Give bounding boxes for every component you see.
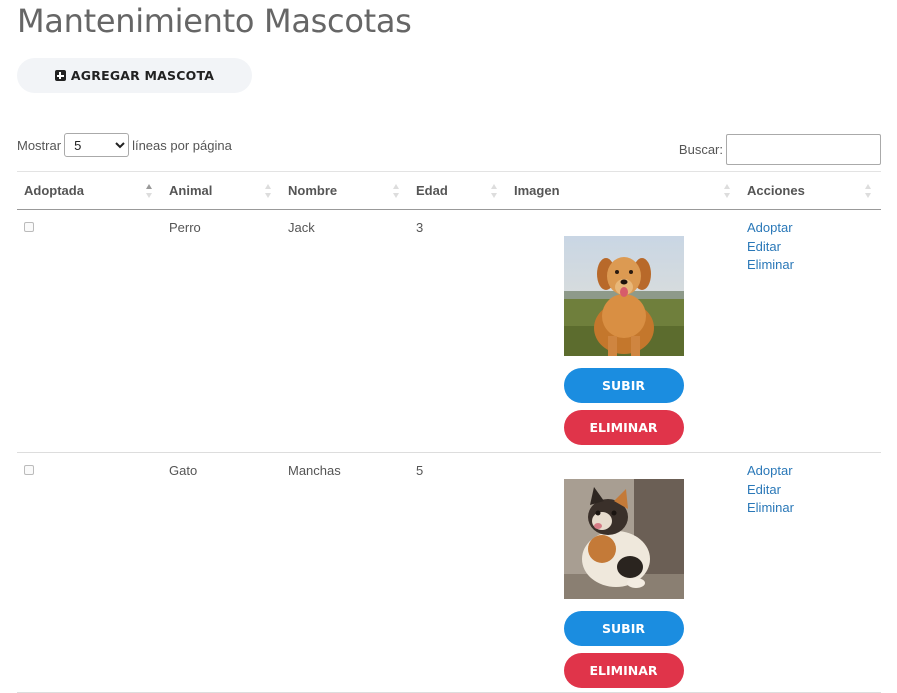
page-length-select[interactable]: 5 xyxy=(64,133,130,157)
edit-link[interactable]: Editar xyxy=(747,237,881,258)
search-label: Buscar: xyxy=(678,142,723,157)
upload-image-button[interactable]: SUBIR xyxy=(563,368,684,403)
adopted-checkbox[interactable] xyxy=(24,222,34,232)
header-animal[interactable]: Animal xyxy=(162,171,281,210)
name-cell: Manchas xyxy=(288,463,341,478)
upload-image-button[interactable]: SUBIR xyxy=(563,611,684,646)
animal-cell: Perro xyxy=(169,220,201,235)
page-length-control: Mostrar 5 líneas por página xyxy=(17,133,232,157)
plus-square-icon xyxy=(54,70,66,81)
edit-link[interactable]: Editar xyxy=(747,480,881,501)
sort-icon xyxy=(724,184,730,198)
add-pet-label: AGREGAR MASCOTA xyxy=(70,68,215,83)
sort-icon xyxy=(491,184,497,198)
header-row: Adoptada Animal Nombre Edad Imagen Accio… xyxy=(17,171,881,210)
sort-icon xyxy=(265,184,271,198)
header-imagen[interactable]: Imagen xyxy=(507,171,740,210)
delete-image-button[interactable]: ELIMINAR xyxy=(563,410,684,445)
search-input[interactable] xyxy=(726,134,881,165)
delete-image-button[interactable]: ELIMINAR xyxy=(563,653,684,688)
delete-link[interactable]: Eliminar xyxy=(747,498,881,519)
name-cell: Jack xyxy=(288,220,315,235)
sort-icon xyxy=(393,184,399,198)
search-control: Buscar: xyxy=(679,134,881,165)
animal-cell: Gato xyxy=(169,463,198,478)
age-cell: 3 xyxy=(416,220,424,235)
page-title: Mantenimiento Mascotas xyxy=(17,2,412,40)
cat-photo xyxy=(563,479,684,599)
add-pet-button[interactable]: AGREGAR MASCOTA xyxy=(17,58,252,93)
dog-photo xyxy=(563,236,684,356)
table-row: Gato Manchas 5 SUBIR ELIMINAR Adoptar Ed… xyxy=(17,453,881,693)
length-prefix: Mostrar xyxy=(17,137,62,153)
delete-link[interactable]: Eliminar xyxy=(747,255,881,276)
length-suffix: líneas por página xyxy=(132,137,232,153)
adopt-link[interactable]: Adoptar xyxy=(747,218,881,239)
adopt-link[interactable]: Adoptar xyxy=(747,461,881,482)
table-row: Perro Jack 3 SUBIR ELIMINAR Adoptar Edit… xyxy=(17,210,881,453)
header-acciones[interactable]: Acciones xyxy=(740,171,881,210)
sort-asc-icon xyxy=(146,184,152,198)
header-nombre[interactable]: Nombre xyxy=(281,171,409,210)
age-cell: 5 xyxy=(416,463,424,478)
sort-icon xyxy=(865,184,871,198)
header-edad[interactable]: Edad xyxy=(409,171,507,210)
adopted-checkbox[interactable] xyxy=(24,465,34,475)
pets-table: Adoptada Animal Nombre Edad Imagen Accio… xyxy=(17,171,881,693)
header-adoptada[interactable]: Adoptada xyxy=(17,171,162,210)
